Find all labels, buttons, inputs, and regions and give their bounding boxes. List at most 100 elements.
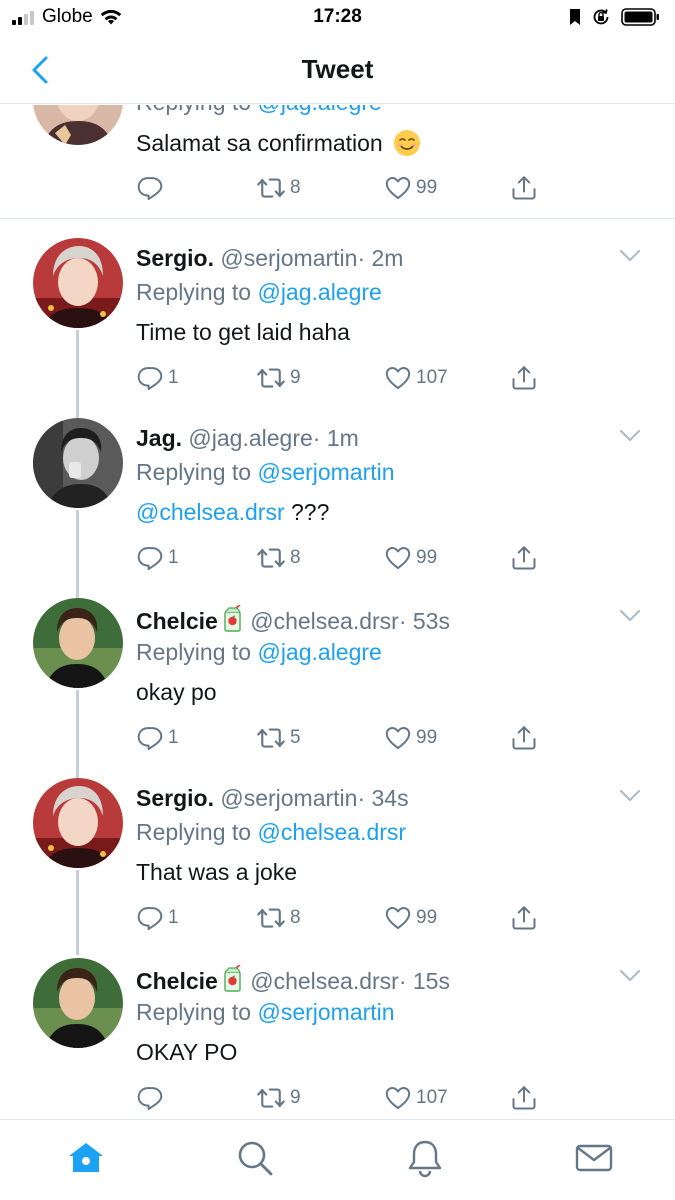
reply-button[interactable] (136, 1083, 168, 1113)
like-button[interactable]: 99 (384, 903, 437, 933)
thread-line (76, 690, 79, 785)
replying-to: Replying to @jag.alegre (136, 105, 382, 116)
retweet-button[interactable]: 8 (256, 543, 301, 573)
page-title: Tweet (301, 54, 374, 84)
mention-link[interactable]: @serjomartin (257, 459, 394, 485)
reply-button[interactable] (136, 173, 168, 203)
mention-link[interactable]: @jag.alegre (257, 105, 381, 115)
chevron-down-icon[interactable] (619, 789, 641, 803)
mention-link[interactable]: @chelsea.drsr (257, 819, 406, 845)
retweet-button[interactable]: 8 (256, 173, 301, 203)
heart-icon (384, 904, 412, 932)
share-button[interactable] (510, 1083, 538, 1113)
like-button[interactable]: 99 (384, 543, 437, 573)
mention-link[interactable]: @serjomartin (257, 999, 394, 1025)
home-icon[interactable] (66, 1138, 106, 1178)
share-icon (510, 1084, 538, 1112)
replying-to: Replying to @serjomartin (136, 999, 395, 1025)
tweet-text: That was a joke (136, 859, 298, 885)
share-button[interactable] (510, 903, 538, 933)
tweet-actions: 1 5 99 (136, 723, 556, 753)
display-name[interactable]: Sergio. (136, 785, 214, 811)
avatar[interactable] (33, 778, 123, 868)
tweet[interactable]: Jag. @jag.alegre· 1m Replying to @serjom… (0, 415, 675, 605)
avatar[interactable] (33, 958, 123, 1048)
tweet[interactable]: Replying to @jag.alegre Salamat sa confi… (0, 105, 675, 218)
divider (0, 218, 675, 219)
reply-thread[interactable]: Replying to @jag.alegre Salamat sa confi… (0, 105, 675, 1119)
share-button[interactable] (510, 173, 538, 203)
like-button[interactable]: 107 (384, 363, 448, 393)
replying-to: Replying to @serjomartin (136, 459, 395, 485)
reply-icon (136, 904, 164, 932)
chevron-down-icon[interactable] (619, 249, 641, 263)
share-button[interactable] (510, 543, 538, 573)
avatar[interactable] (33, 418, 123, 508)
replying-to: Replying to @jag.alegre (136, 279, 382, 305)
chevron-down-icon[interactable] (619, 969, 641, 983)
share-icon (510, 544, 538, 572)
retweet-button[interactable]: 9 (256, 363, 301, 393)
messages-icon[interactable] (574, 1138, 614, 1178)
display-name[interactable]: Jag. (136, 425, 182, 451)
thread-line (76, 870, 79, 955)
tweet[interactable]: Sergio. @serjomartin· 34s Replying to @c… (0, 775, 675, 955)
tweet-actions: 9 107 (136, 1083, 556, 1113)
retweet-button[interactable]: 8 (256, 903, 301, 933)
share-icon (510, 364, 538, 392)
notifications-icon[interactable] (405, 1138, 445, 1178)
retweet-button[interactable]: 9 (256, 1083, 301, 1113)
like-button[interactable]: 107 (384, 1083, 448, 1113)
avatar[interactable] (33, 238, 123, 328)
thread-line (76, 510, 79, 605)
reply-icon (136, 544, 164, 572)
tweet[interactable]: Chelcie @chelsea.drsr· 15s Replying to @… (0, 955, 675, 1119)
reply-button[interactable]: 1 (136, 723, 179, 753)
tweet[interactable]: Chelcie @chelsea.drsr· 53s Replying to @… (0, 595, 675, 785)
username[interactable]: @chelsea.drsr (250, 968, 399, 994)
tweet-text: Time to get laid haha (136, 319, 350, 345)
mention-link[interactable]: @jag.alegre (257, 279, 381, 305)
username[interactable]: @chelsea.drsr (250, 608, 399, 634)
timestamp: · 2m (357, 245, 404, 271)
mention-link[interactable]: @jag.alegre (257, 639, 381, 665)
replying-to: Replying to @chelsea.drsr (136, 819, 407, 845)
heart-icon (384, 544, 412, 572)
tweet-actions: 8 99 (136, 173, 556, 203)
status-bar: Globe 17:28 (0, 0, 675, 36)
retweet-button[interactable]: 5 (256, 723, 301, 753)
avatar[interactable] (33, 598, 123, 688)
tweet-header: Chelcie @chelsea.drsr· 15s (136, 965, 450, 995)
share-button[interactable] (510, 723, 538, 753)
like-button[interactable]: 99 (384, 723, 437, 753)
chevron-down-icon[interactable] (619, 429, 641, 443)
retweet-icon (256, 1083, 286, 1113)
heart-icon (384, 174, 412, 202)
tweet-text: okay po (136, 679, 217, 705)
like-button[interactable]: 99 (384, 173, 437, 203)
tab-bar (0, 1119, 675, 1200)
display-name[interactable]: Chelcie (136, 968, 218, 994)
mention-link[interactable]: @chelsea.drsr (136, 499, 285, 525)
display-name[interactable]: Sergio. (136, 245, 214, 271)
display-name[interactable]: Chelcie (136, 608, 218, 634)
reply-button[interactable]: 1 (136, 543, 179, 573)
share-button[interactable] (510, 363, 538, 393)
username[interactable]: @jag.alegre (188, 425, 312, 451)
username[interactable]: @serjomartin (220, 245, 357, 271)
smiling-face-emoji (394, 130, 421, 156)
tweet-actions: 1 9 107 (136, 363, 556, 393)
search-icon[interactable] (235, 1138, 275, 1178)
battery-icon (621, 8, 659, 26)
retweet-icon (256, 363, 286, 393)
username[interactable]: @serjomartin (220, 785, 357, 811)
chevron-down-icon[interactable] (619, 609, 641, 623)
timestamp: · 53s (398, 608, 450, 634)
reply-button[interactable]: 1 (136, 363, 179, 393)
timestamp: · 34s (357, 785, 409, 811)
share-icon (510, 174, 538, 202)
juice-box-emoji (222, 605, 244, 633)
avatar[interactable] (33, 105, 123, 145)
tweet[interactable]: Sergio. @serjomartin· 2m Replying to @ja… (0, 235, 675, 425)
reply-button[interactable]: 1 (136, 903, 179, 933)
